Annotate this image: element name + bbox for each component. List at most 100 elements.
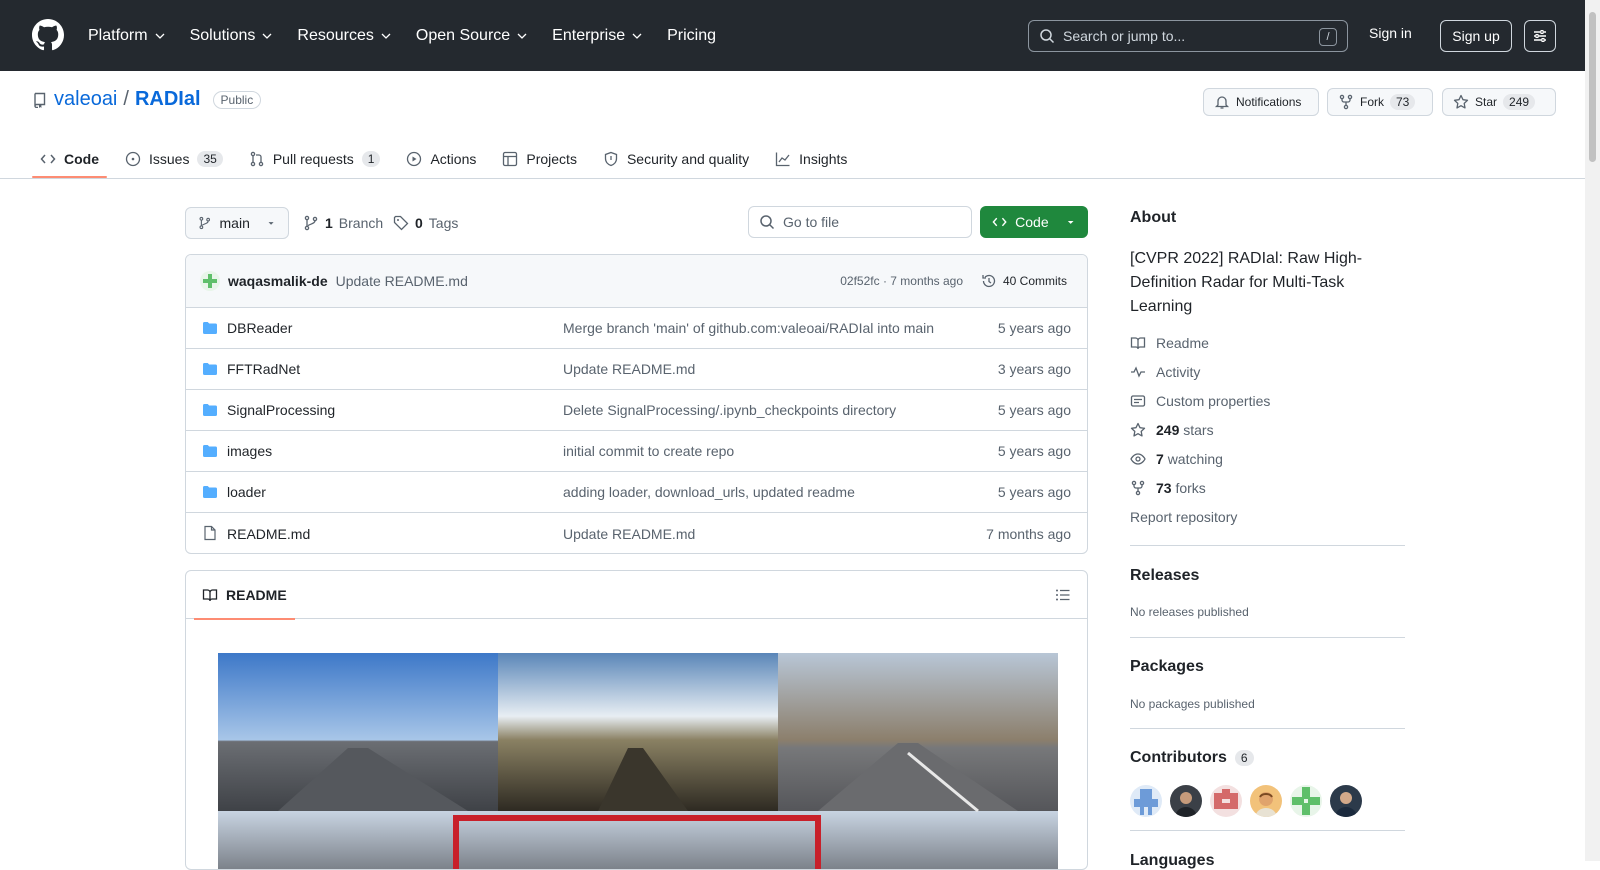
tab-code[interactable]: Code <box>32 140 107 178</box>
file-name-link[interactable]: SignalProcessing <box>227 402 335 418</box>
file-name-link[interactable]: images <box>227 443 272 459</box>
sign-in-link[interactable]: Sign in <box>1369 25 1412 41</box>
file-row[interactable]: images initial commit to create repo 5 yea… <box>186 431 1087 472</box>
sign-up-button[interactable]: Sign up <box>1440 20 1512 52</box>
nav-enterprise[interactable]: Enterprise <box>552 27 643 45</box>
author-avatar[interactable] <box>200 271 220 291</box>
readme-link[interactable]: Readme <box>1130 335 1209 351</box>
avatar[interactable] <box>1210 785 1242 817</box>
repo-name-link[interactable]: RADIal <box>135 88 201 111</box>
identicon-icon <box>1214 789 1238 809</box>
tab-security[interactable]: Security and quality <box>595 140 757 178</box>
list-unordered-icon[interactable] <box>1055 587 1071 603</box>
github-logo-icon[interactable] <box>32 19 64 51</box>
contributors-heading[interactable]: Contributors 6 <box>1130 749 1254 767</box>
latest-commit-bar: waqasmalik-de Update README.md 02f52fc ·… <box>186 255 1087 308</box>
custom-properties-label: Custom properties <box>1156 393 1271 409</box>
avatar[interactable] <box>1130 785 1162 817</box>
about-heading: About <box>1130 209 1177 226</box>
nav-resources[interactable]: Resources <box>297 27 391 45</box>
avatar[interactable] <box>1330 785 1362 817</box>
commit-author-link[interactable]: waqasmalik-de <box>228 273 328 289</box>
avatar[interactable] <box>1170 785 1202 817</box>
commits-history-link[interactable]: 40 Commits <box>981 273 1067 289</box>
tab-pull-requests[interactable]: Pull requests 1 <box>241 140 389 178</box>
code-download-button[interactable]: Code <box>980 206 1088 238</box>
tab-label: Code <box>64 151 99 167</box>
nav-pricing[interactable]: Pricing <box>667 27 716 45</box>
custom-properties-link[interactable]: Custom properties <box>1130 393 1270 409</box>
code-button-label: Code <box>1015 214 1049 230</box>
identicon-icon <box>1292 787 1320 815</box>
repo-owner-link[interactable]: valeoai <box>54 88 117 111</box>
readme-link-label: Readme <box>1156 335 1209 351</box>
file-row[interactable]: DBReader Merge branch 'main' of github.co… <box>186 308 1087 349</box>
commit-hash-time[interactable]: 02f52fc · 7 months ago <box>840 274 963 288</box>
file-name-link[interactable]: DBReader <box>227 320 292 336</box>
avatar[interactable] <box>1250 785 1282 817</box>
go-to-file-input[interactable]: Go to file <box>748 206 972 238</box>
file-commit-message-link[interactable]: adding loader, download_urls, updated re… <box>563 484 855 500</box>
file-name-link[interactable]: loader <box>227 484 266 500</box>
tab-projects[interactable]: Projects <box>494 140 585 178</box>
pulse-icon <box>1131 366 1145 378</box>
packages-heading[interactable]: Packages <box>1130 658 1204 676</box>
tab-label: Issues <box>149 151 190 167</box>
avatar[interactable] <box>1290 785 1322 817</box>
file-row[interactable]: README.md Update README.md 7 months ago <box>186 513 1087 553</box>
forks-count: 73 <box>1156 480 1172 496</box>
activity-link[interactable]: Activity <box>1130 364 1200 380</box>
watchers-link[interactable]: 7 watching <box>1130 451 1223 467</box>
watching-count: 7 <box>1156 451 1164 467</box>
nav-platform[interactable]: Platform <box>88 27 166 45</box>
file-commit-message-link[interactable]: Update README.md <box>563 526 695 542</box>
file-row[interactable]: loader adding loader, download_urls, upda… <box>186 472 1087 513</box>
branches-link[interactable]: 1 Branch <box>303 215 383 231</box>
stars-link[interactable]: 249 stars <box>1130 422 1214 438</box>
commit-message-link[interactable]: Update README.md <box>336 273 468 289</box>
forks-link[interactable]: 73 forks <box>1130 480 1206 496</box>
file-name-link[interactable]: FFTRadNet <box>227 361 300 377</box>
chevron-down-icon <box>381 33 391 39</box>
sidebar-divider <box>1130 830 1405 831</box>
git-pull-request-icon <box>250 151 264 167</box>
branch-label: Branch <box>338 215 384 231</box>
tab-issues[interactable]: Issues 35 <box>117 140 231 178</box>
file-row[interactable]: SignalProcessing Delete SignalProcessing/… <box>186 390 1087 431</box>
file-name-link[interactable]: README.md <box>227 526 310 542</box>
star-button[interactable]: Star 249 <box>1442 88 1556 116</box>
contributors-count: 6 <box>1234 750 1254 766</box>
notifications-button[interactable]: Notifications <box>1203 88 1319 116</box>
file-commit-age: 5 years ago <box>997 402 1071 418</box>
tag-label: Tags <box>428 215 459 231</box>
file-commit-message-link[interactable]: Delete SignalProcessing/.ipynb_checkpoin… <box>563 402 896 418</box>
file-type-icon <box>202 443 218 459</box>
identicon-icon <box>1134 789 1158 815</box>
triangle-down-icon <box>1067 221 1074 224</box>
file-commit-age: 3 years ago <box>997 361 1071 377</box>
file-commit-message-link[interactable]: Update README.md <box>563 361 695 377</box>
fork-button[interactable]: Fork 73 <box>1327 88 1433 116</box>
file-commit-message-link[interactable]: initial commit to create repo <box>563 443 734 459</box>
search-placeholder: Search or jump to... <box>1063 28 1186 44</box>
file-type-icon <box>202 320 218 336</box>
tab-actions[interactable]: Actions <box>398 140 484 178</box>
branch-selector[interactable]: main <box>185 207 289 239</box>
readme-header: README <box>186 571 1087 620</box>
tags-link[interactable]: 0 Tags <box>393 215 458 231</box>
languages-heading[interactable]: Languages <box>1130 852 1214 870</box>
tab-label: Projects <box>526 151 577 167</box>
file-commit-message-link[interactable]: Merge branch 'main' of github.com:valeoa… <box>563 320 934 336</box>
tab-insights[interactable]: Insights <box>767 140 855 178</box>
search-input[interactable]: Search or jump to... / <box>1028 20 1348 52</box>
readme-tab[interactable]: README <box>194 571 295 620</box>
graph-icon <box>775 152 790 167</box>
file-row[interactable]: FFTRadNet Update README.md 3 years ago <box>186 349 1087 390</box>
releases-empty: No releases published <box>1130 605 1249 619</box>
report-repository-link[interactable]: Report repository <box>1130 509 1237 525</box>
nav-open-source[interactable]: Open Source <box>416 27 528 45</box>
nav-solutions[interactable]: Solutions <box>190 27 274 45</box>
releases-heading[interactable]: Releases <box>1130 567 1199 585</box>
scrollbar-thumb[interactable] <box>1589 12 1596 162</box>
sidebar-menu-button[interactable] <box>1524 20 1556 52</box>
